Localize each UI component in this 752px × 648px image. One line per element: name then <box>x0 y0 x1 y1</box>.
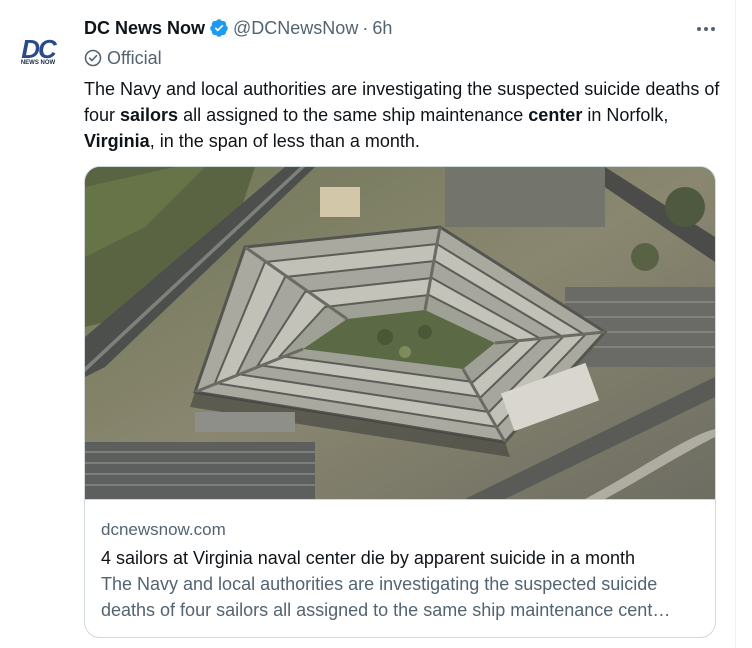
pentagon-aerial-photo <box>85 167 715 499</box>
card-meta: dcnewsnow.com 4 sailors at Virginia nava… <box>101 517 701 623</box>
card-description-line-2: deaths of four sailors all assigned to t… <box>101 600 671 620</box>
tweet-text-segment: , in the span of less than a month. <box>149 131 420 151</box>
tweet-text-bold: center <box>528 105 583 125</box>
official-text: Official <box>107 47 162 68</box>
card-description-line-1: The Navy and local authorities are inves… <box>101 574 658 594</box>
tweet-timestamp[interactable]: 6h <box>372 18 392 39</box>
verified-badge-icon <box>209 18 229 38</box>
tweet-text-segment: all assigned to the same ship maintenanc… <box>178 105 529 125</box>
official-label: Official <box>84 47 162 69</box>
tweet-text: The Navy and local authorities are inves… <box>84 76 724 154</box>
tweet-header: DC News Now @DCNewsNow · 6h <box>84 17 392 39</box>
tweet[interactable]: DC NEWS NOW DC News Now @DCNewsNow · 6h … <box>0 0 736 648</box>
author-handle[interactable]: @DCNewsNow <box>233 18 358 39</box>
card-domain: dcnewsnow.com <box>101 520 226 539</box>
tweet-text-bold: sailors <box>120 105 179 125</box>
avatar-logo-text: DC <box>21 33 57 64</box>
separator-dot: · <box>362 17 369 38</box>
avatar-logo-subtext: NEWS NOW <box>20 59 56 66</box>
card-title: 4 sailors at Virginia naval center die b… <box>101 548 635 568</box>
more-dots-icon[interactable] <box>694 20 718 38</box>
avatar[interactable]: DC NEWS NOW <box>14 28 62 76</box>
tweet-text-segment: in Norfolk, <box>582 105 669 125</box>
check-circle-icon <box>84 49 102 67</box>
link-card[interactable]: dcnewsnow.com 4 sailors at Virginia nava… <box>84 166 716 638</box>
author-name[interactable]: DC News Now <box>84 18 205 39</box>
tweet-text-bold: Virginia <box>84 131 150 151</box>
card-image[interactable] <box>85 167 715 500</box>
